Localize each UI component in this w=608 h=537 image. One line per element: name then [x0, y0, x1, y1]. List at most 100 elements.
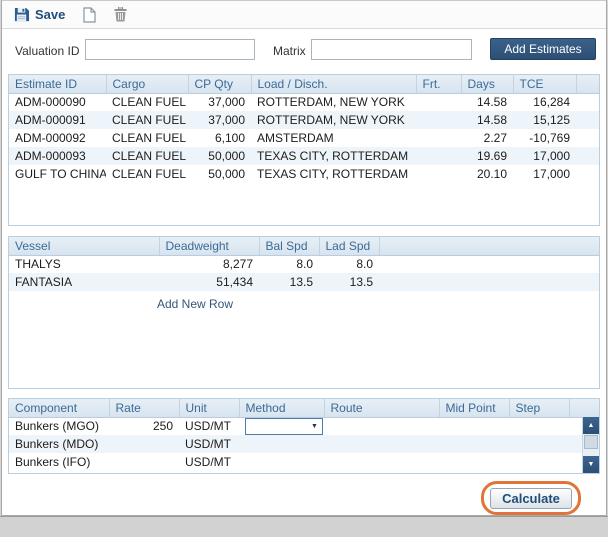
cell-estimate-id: ADM-000093	[9, 147, 106, 165]
new-document-button[interactable]	[83, 7, 96, 23]
col-cargo: Cargo	[106, 75, 188, 93]
cell-cargo: CLEAN FUEL	[106, 147, 188, 165]
cell-route	[324, 435, 439, 453]
cell-method: ▼	[239, 417, 324, 435]
col-filler	[569, 399, 600, 417]
scroll-up-button[interactable]: ▲	[583, 417, 599, 434]
cell-frt	[416, 93, 461, 111]
content-panel: Save Valuation ID	[1, 0, 607, 516]
vessels-header-row: Vessel Deadweight Bal Spd Lad Spd	[9, 237, 600, 255]
cell-deadweight: 51,434	[159, 273, 259, 291]
cell-method	[239, 453, 324, 471]
col-days: Days	[461, 75, 513, 93]
scrollbar-track[interactable]	[583, 434, 599, 456]
component-row[interactable]: Bunkers (MGO) 250 USD/MT ▼	[9, 417, 600, 435]
save-icon	[14, 7, 29, 22]
chevron-down-icon[interactable]: ▼	[307, 419, 322, 434]
cell-frt	[416, 165, 461, 183]
cell-estimate-id: GULF TO CHINA	[9, 165, 106, 183]
cell-cp-qty: 50,000	[188, 165, 251, 183]
cell-step	[509, 435, 569, 453]
matrix-input[interactable]	[311, 39, 472, 60]
estimate-row[interactable]: GULF TO CHINA CLEAN FUEL 50,000 TEXAS CI…	[9, 165, 600, 183]
col-filler	[576, 75, 600, 93]
cell-unit: USD/MT	[179, 453, 239, 471]
cell-load-disch: AMSTERDAM	[251, 129, 416, 147]
header-form: Valuation ID Matrix Add Estimates	[2, 35, 606, 63]
scroll-down-button[interactable]: ▼	[583, 456, 599, 473]
estimates-table: Estimate ID Cargo CP Qty Load / Disch. F…	[8, 74, 600, 226]
components-header-row: Component Rate Unit Method Route Mid Poi…	[9, 399, 600, 417]
cell-cp-qty: 37,000	[188, 93, 251, 111]
cell-unit: USD/MT	[179, 435, 239, 453]
cell-bal-spd: 8.0	[259, 255, 319, 273]
col-method: Method	[239, 399, 324, 417]
cell-cp-qty: 37,000	[188, 111, 251, 129]
col-estimate-id: Estimate ID	[9, 75, 106, 93]
cell-step	[509, 453, 569, 471]
cell-method	[239, 435, 324, 453]
cell-load-disch: ROTTERDAM, NEW YORK	[251, 111, 416, 129]
estimate-row[interactable]: ADM-000092 CLEAN FUEL 6,100 AMSTERDAM 2.…	[9, 129, 600, 147]
trash-icon	[114, 7, 127, 22]
cell-cp-qty: 50,000	[188, 147, 251, 165]
cell-deadweight: 8,277	[159, 255, 259, 273]
cell-mid-point	[439, 417, 509, 435]
cell-bal-spd: 13.5	[259, 273, 319, 291]
cell-component: Bunkers (IFO)	[9, 453, 109, 471]
col-mid-point: Mid Point	[439, 399, 509, 417]
vessel-row[interactable]: THALYS 8,277 8.0 8.0	[9, 255, 600, 273]
cell-estimate-id: ADM-000091	[9, 111, 106, 129]
estimate-row[interactable]: ADM-000093 CLEAN FUEL 50,000 TEXAS CITY,…	[9, 147, 600, 165]
cell-component: Bunkers (MGO)	[9, 417, 109, 435]
cell-days: 2.27	[461, 129, 513, 147]
cell-route	[324, 417, 439, 435]
estimates-header-row: Estimate ID Cargo CP Qty Load / Disch. F…	[9, 75, 600, 93]
cell-unit: USD/MT	[179, 417, 239, 435]
cell-rate	[109, 435, 179, 453]
matrix-label: Matrix	[273, 44, 306, 58]
col-vessel: Vessel	[9, 237, 159, 255]
new-document-icon	[83, 7, 96, 23]
save-button[interactable]: Save	[14, 7, 65, 22]
col-load-disch: Load / Disch.	[251, 75, 416, 93]
estimate-row[interactable]: ADM-000091 CLEAN FUEL 37,000 ROTTERDAM, …	[9, 111, 600, 129]
method-dropdown[interactable]: ▼	[245, 418, 323, 435]
component-row[interactable]: Bunkers (MDO) USD/MT	[9, 435, 600, 453]
cell-rate: 250	[109, 417, 179, 435]
estimate-row[interactable]: ADM-000090 CLEAN FUEL 37,000 ROTTERDAM, …	[9, 93, 600, 111]
col-component: Component	[9, 399, 109, 417]
cell-vessel: THALYS	[9, 255, 159, 273]
cell-frt	[416, 129, 461, 147]
add-new-row-link[interactable]: Add New Row	[9, 297, 381, 311]
component-row[interactable]: Bunkers (IFO) USD/MT	[9, 453, 600, 471]
calculate-button[interactable]: Calculate	[490, 488, 572, 509]
col-filler	[379, 237, 600, 255]
vessel-row[interactable]: FANTASIA 51,434 13.5 13.5	[9, 273, 600, 291]
col-tce: TCE	[513, 75, 576, 93]
col-cp-qty: CP Qty	[188, 75, 251, 93]
components-scrollbar[interactable]: ▲ ▼	[582, 417, 599, 473]
cell-tce: 17,000	[513, 165, 576, 183]
cell-component: Bunkers (MDO)	[9, 435, 109, 453]
cell-mid-point	[439, 435, 509, 453]
scrollbar-thumb[interactable]	[584, 435, 598, 449]
cell-vessel: FANTASIA	[9, 273, 159, 291]
cell-frt	[416, 147, 461, 165]
cell-cp-qty: 6,100	[188, 129, 251, 147]
col-bal-spd: Bal Spd	[259, 237, 319, 255]
cell-tce: -10,769	[513, 129, 576, 147]
cell-cargo: CLEAN FUEL	[106, 129, 188, 147]
add-estimates-button[interactable]: Add Estimates	[490, 38, 596, 60]
cell-estimate-id: ADM-000090	[9, 93, 106, 111]
cell-tce: 15,125	[513, 111, 576, 129]
col-deadweight: Deadweight	[159, 237, 259, 255]
delete-button[interactable]	[114, 7, 127, 22]
col-frt: Frt.	[416, 75, 461, 93]
cell-lad-spd: 13.5	[319, 273, 379, 291]
valuation-id-input[interactable]	[85, 39, 255, 60]
col-unit: Unit	[179, 399, 239, 417]
status-bar	[0, 516, 608, 537]
cell-days: 19.69	[461, 147, 513, 165]
save-button-label: Save	[35, 7, 65, 22]
